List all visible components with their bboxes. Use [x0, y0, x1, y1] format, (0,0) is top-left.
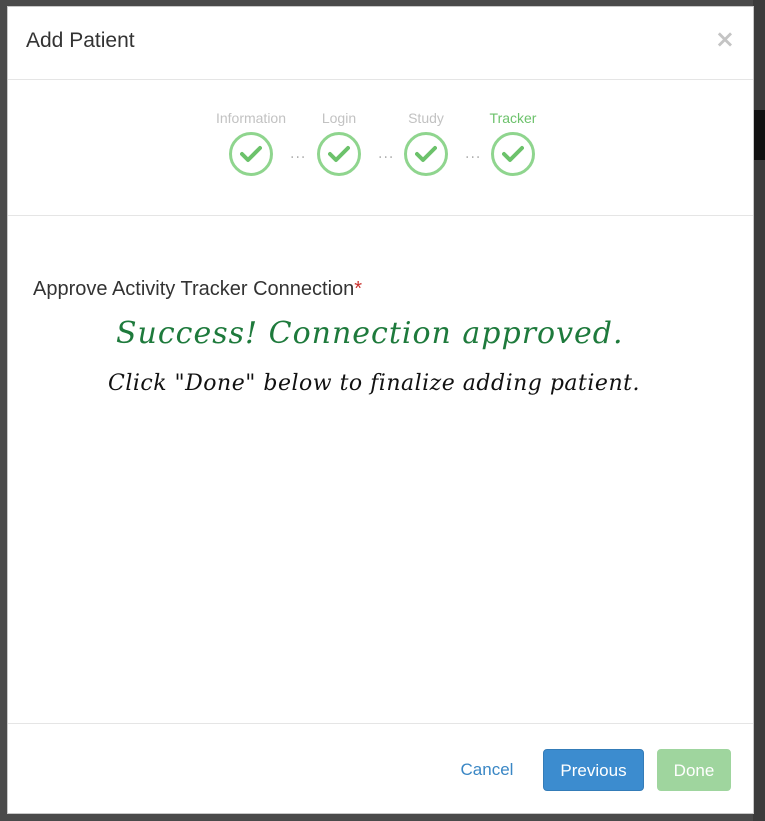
step-label-information: Information	[215, 110, 287, 126]
step-circle-tracker[interactable]	[491, 132, 535, 176]
step-label-study: Study	[408, 110, 444, 126]
step-circle-information[interactable]	[229, 132, 273, 176]
done-button[interactable]: Done	[657, 749, 731, 791]
checkmark-icon	[240, 146, 262, 162]
checkmark-icon	[328, 146, 350, 162]
step-login[interactable]: Login	[294, 109, 384, 176]
close-icon[interactable]: ×	[715, 25, 735, 53]
cancel-button[interactable]: Cancel	[444, 749, 530, 791]
required-marker: *	[354, 278, 363, 300]
field-label-text: Approve Activity Tracker Connection	[33, 278, 355, 300]
modal-footer: Cancel Previous Done	[8, 723, 753, 814]
checkmark-icon	[502, 146, 524, 162]
step-label-tracker: Tracker	[489, 110, 537, 126]
modal-header: Add Patient ×	[8, 7, 753, 80]
success-message: Success! Connection approved.	[116, 316, 624, 351]
add-patient-modal: Add Patient × Information ··· Login ··· …	[7, 6, 754, 814]
step-information[interactable]: Information	[206, 109, 296, 176]
step-circle-login[interactable]	[317, 132, 361, 176]
step-study[interactable]: Study	[381, 109, 471, 176]
step-label-login: Login	[321, 110, 357, 126]
modal-title: Add Patient	[26, 29, 135, 52]
wizard-stepper: Information ··· Login ··· Study ··· Trac…	[8, 80, 753, 216]
step-circle-study[interactable]	[404, 132, 448, 176]
instruction-message: Click "Done" below to finalize adding pa…	[108, 371, 640, 396]
backdrop-edge	[753, 0, 765, 821]
step-tracker[interactable]: Tracker	[468, 109, 558, 176]
previous-button[interactable]: Previous	[543, 749, 644, 791]
modal-body: Approve Activity Tracker Connection* Suc…	[8, 216, 753, 723]
checkmark-icon	[415, 146, 437, 162]
backdrop-strip	[753, 110, 765, 160]
tracker-connection-label: Approve Activity Tracker Connection*	[33, 278, 362, 301]
